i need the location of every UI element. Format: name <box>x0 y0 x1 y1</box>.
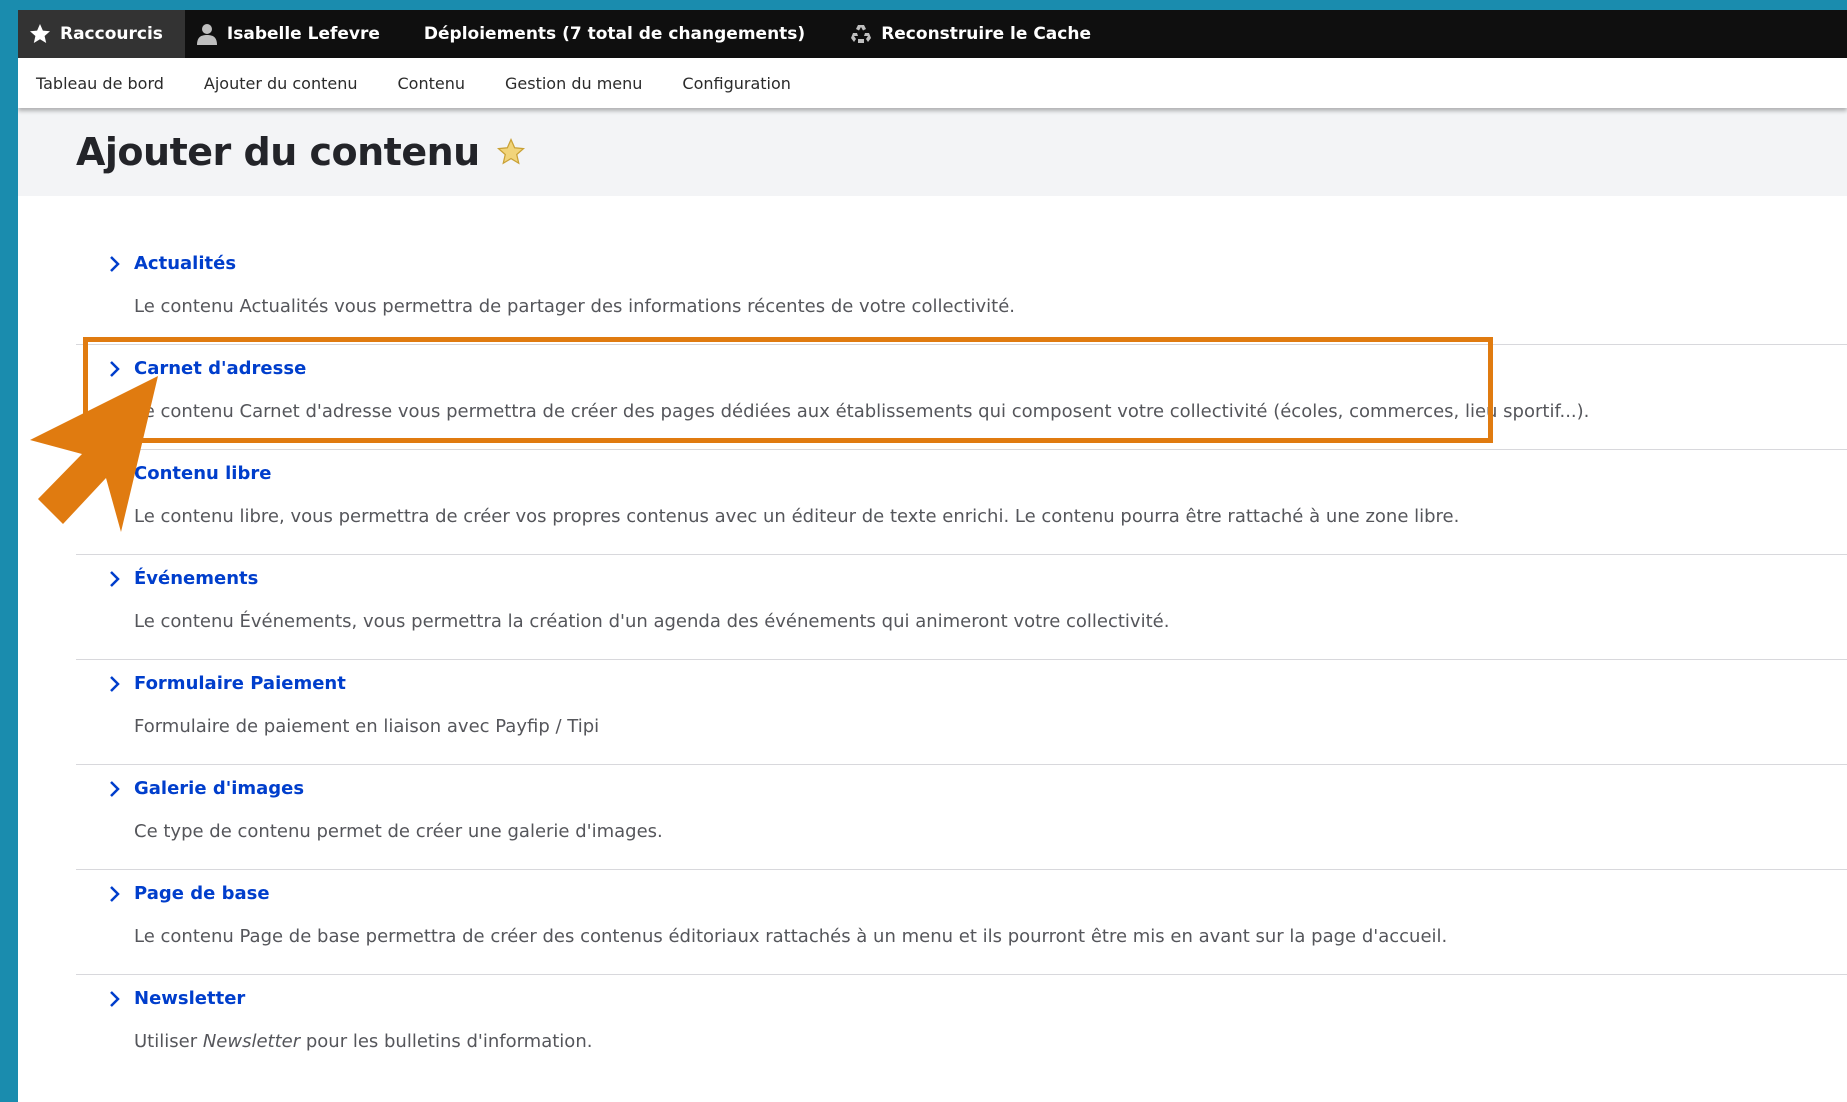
page-title: Ajouter du contenu <box>76 130 480 174</box>
page-header: Ajouter du contenu <box>18 108 1847 196</box>
deployments-label: Déploiements (7 total de changements) <box>423 24 806 44</box>
rebuild-cache-label: Reconstruire le Cache <box>881 24 1091 44</box>
content-type-description: Ce type de contenu permet de créer une g… <box>134 821 663 842</box>
content-type-title: Newsletter <box>134 988 246 1009</box>
chevron-right-icon <box>108 675 122 693</box>
shortcuts-button[interactable]: Raccourcis <box>18 10 185 58</box>
chevron-right-icon <box>108 990 122 1008</box>
admin-toolbar: Raccourcis Isabelle Lefevre Déploiements… <box>18 10 1847 58</box>
chevron-right-icon <box>108 255 122 273</box>
content-type-title: Événements <box>134 568 259 589</box>
content-type-description: Formulaire de paiement en liaison avec P… <box>134 716 600 737</box>
menu-configuration[interactable]: Configuration <box>662 74 811 93</box>
recycle-icon <box>849 22 873 46</box>
admin-menu-tray: Tableau de bord Ajouter du contenu Conte… <box>18 58 1847 108</box>
menu-menu-management[interactable]: Gestion du menu <box>485 74 662 93</box>
chevron-right-icon <box>108 465 122 483</box>
chevron-right-icon <box>108 780 122 798</box>
content-type-title: Formulaire Paiement <box>134 673 346 694</box>
user-button[interactable]: Isabelle Lefevre <box>185 10 402 58</box>
content-type-description: Le contenu Événements, vous permettra la… <box>134 611 1170 632</box>
chevron-right-icon <box>108 570 122 588</box>
content-type-title: Actualités <box>134 253 237 274</box>
content-type-link-evenements[interactable]: Événements <box>108 568 258 589</box>
description-prefix: Utiliser <box>134 1031 203 1052</box>
content-type-title: Carnet d'adresse <box>134 358 307 379</box>
menu-add-content[interactable]: Ajouter du contenu <box>184 74 378 93</box>
content-type-link-formulaire-paiement[interactable]: Formulaire Paiement <box>108 673 346 694</box>
content-type-link-galerie-images[interactable]: Galerie d'images <box>108 778 304 799</box>
content-type-list: Actualités Le contenu Actualités vous pe… <box>76 240 1847 1080</box>
chevron-right-icon <box>108 885 122 903</box>
list-item: Actualités Le contenu Actualités vous pe… <box>76 240 1847 345</box>
description-emphasis: Newsletter <box>202 1031 301 1052</box>
shortcuts-label: Raccourcis <box>60 24 163 44</box>
list-item: Événements Le contenu Événements, vous p… <box>76 555 1847 660</box>
browser-frame: Raccourcis Isabelle Lefevre Déploiements… <box>18 10 1847 1102</box>
chevron-right-icon <box>108 360 122 378</box>
list-item: Galerie d'images Ce type de contenu perm… <box>76 765 1847 870</box>
content-type-title: Contenu libre <box>134 463 272 484</box>
content-type-title: Page de base <box>134 883 270 904</box>
star-icon <box>28 22 52 46</box>
content-type-link-newsletter[interactable]: Newsletter <box>108 988 245 1009</box>
content-type-description: Le contenu Actualités vous permettra de … <box>134 296 1016 317</box>
content-type-link-actualites[interactable]: Actualités <box>108 253 236 274</box>
list-item: Contenu libre Le contenu libre, vous per… <box>76 450 1847 555</box>
deployments-button[interactable]: Déploiements (7 total de changements) <box>402 10 827 58</box>
description-suffix: pour les bulletins d'information. <box>300 1031 593 1052</box>
content-type-link-carnet-adresse[interactable]: Carnet d'adresse <box>108 358 306 379</box>
menu-content[interactable]: Contenu <box>378 74 486 93</box>
content-type-description: Le contenu libre, vous permettra de crée… <box>134 506 1460 527</box>
user-icon <box>195 22 219 46</box>
content-type-description: Utiliser Newsletter pour les bulletins d… <box>134 1031 592 1052</box>
list-item: Formulaire Paiement Formulaire de paieme… <box>76 660 1847 765</box>
rebuild-cache-button[interactable]: Reconstruire le Cache <box>827 10 1113 58</box>
list-item: Newsletter Utiliser Newsletter pour les … <box>76 975 1847 1080</box>
content-type-description: Le contenu Page de base permettra de cré… <box>134 926 1448 947</box>
content-type-description: Le contenu Carnet d'adresse vous permett… <box>134 401 1590 422</box>
favorite-star-icon[interactable] <box>496 137 526 167</box>
list-item: Carnet d'adresse Le contenu Carnet d'adr… <box>76 345 1847 450</box>
menu-dashboard[interactable]: Tableau de bord <box>18 74 184 93</box>
user-label: Isabelle Lefevre <box>226 24 380 44</box>
content-type-title: Galerie d'images <box>134 778 305 799</box>
content-type-link-contenu-libre[interactable]: Contenu libre <box>108 463 271 484</box>
list-item: Page de base Le contenu Page de base per… <box>76 870 1847 975</box>
content-type-link-page-de-base[interactable]: Page de base <box>108 883 270 904</box>
